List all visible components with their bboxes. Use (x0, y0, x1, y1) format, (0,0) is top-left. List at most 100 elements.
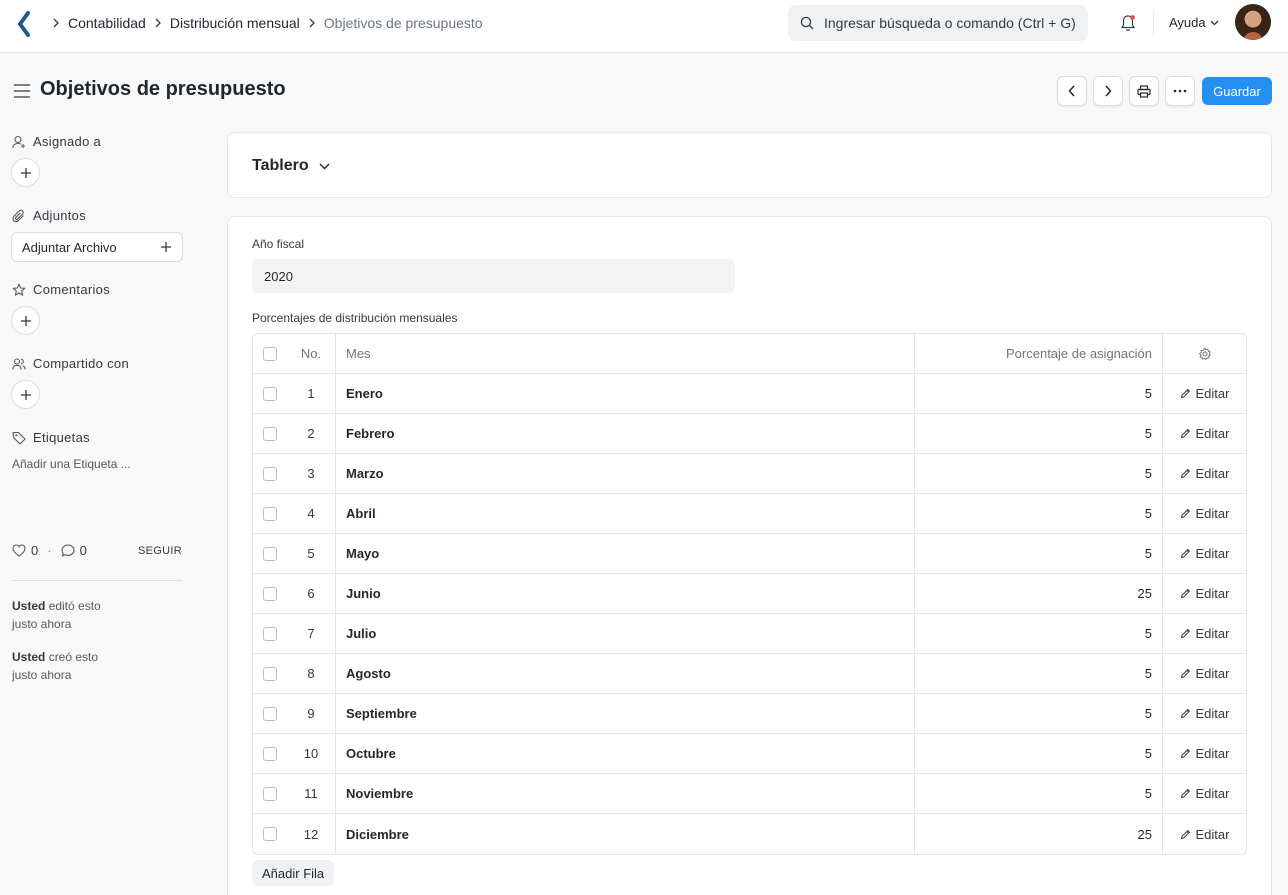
table-row[interactable]: 4 Abril 5 Editar (253, 494, 1246, 534)
row-checkbox[interactable] (263, 546, 277, 561)
add-tag-link[interactable]: Añadir una Etiqueta ... (12, 457, 131, 471)
table-row[interactable]: 11 Noviembre 5 Editar (253, 774, 1246, 814)
previous-record-button[interactable] (1057, 76, 1087, 106)
add-row-button[interactable]: Añadir Fila (252, 860, 335, 886)
month-cell[interactable]: Septiembre (336, 694, 915, 733)
add-assignee-button[interactable] (11, 158, 40, 187)
help-dropdown[interactable]: Ayuda (1169, 15, 1219, 30)
search-icon (800, 16, 814, 30)
table-row[interactable]: 8 Agosto 5 Editar (253, 654, 1246, 694)
percentage-cell[interactable]: 25 (915, 574, 1163, 613)
attach-file-button[interactable]: Adjuntar Archivo (11, 232, 183, 262)
activity-user[interactable]: Usted (12, 599, 45, 613)
shared-with-label: Compartido con (33, 356, 129, 371)
percentage-cell[interactable]: 5 (915, 414, 1163, 453)
table-row[interactable]: 3 Marzo 5 Editar (253, 454, 1246, 494)
row-number: 9 (287, 694, 336, 733)
percentage-cell[interactable]: 5 (915, 534, 1163, 573)
fiscal-year-field[interactable]: 2020 (252, 259, 735, 293)
table-row[interactable]: 10 Octubre 5 Editar (253, 734, 1246, 774)
breadcrumb-contabilidad[interactable]: Contabilidad (68, 15, 146, 31)
activity-user[interactable]: Usted (12, 650, 45, 664)
month-cell[interactable]: Abril (336, 494, 915, 533)
table-row[interactable]: 5 Mayo 5 Editar (253, 534, 1246, 574)
month-cell[interactable]: Junio (336, 574, 915, 613)
month-cell[interactable]: Diciembre (336, 814, 915, 854)
chevron-right-icon (154, 18, 162, 28)
edit-row-button[interactable]: Editar (1163, 774, 1246, 813)
month-cell[interactable]: Marzo (336, 454, 915, 493)
month-cell[interactable]: Agosto (336, 654, 915, 693)
row-checkbox[interactable] (263, 586, 277, 601)
row-select-cell (253, 414, 287, 453)
edit-row-button[interactable]: Editar (1163, 374, 1246, 413)
month-cell[interactable]: Enero (336, 374, 915, 413)
edit-row-button[interactable]: Editar (1163, 574, 1246, 613)
more-options-button[interactable] (1165, 76, 1195, 106)
user-avatar[interactable] (1235, 4, 1271, 40)
month-cell[interactable]: Octubre (336, 734, 915, 773)
notification-bell-icon[interactable] (1118, 13, 1138, 33)
row-checkbox[interactable] (263, 786, 277, 801)
row-checkbox[interactable] (263, 626, 277, 641)
month-cell[interactable]: Noviembre (336, 774, 915, 813)
row-checkbox[interactable] (263, 466, 277, 481)
table-row[interactable]: 6 Junio 25 Editar (253, 574, 1246, 614)
percentage-cell[interactable]: 25 (915, 814, 1163, 854)
month-cell[interactable]: Febrero (336, 414, 915, 453)
search-input[interactable] (824, 15, 1079, 31)
edit-row-button[interactable]: Editar (1163, 694, 1246, 733)
table-row[interactable]: 9 Septiembre 5 Editar (253, 694, 1246, 734)
search-bar[interactable] (788, 5, 1088, 41)
percentage-cell[interactable]: 5 (915, 694, 1163, 733)
row-checkbox[interactable] (263, 746, 277, 761)
row-number: 11 (287, 774, 336, 813)
gear-icon[interactable] (1198, 347, 1212, 361)
breadcrumb-distribucion-mensual[interactable]: Distribución mensual (170, 15, 300, 31)
row-checkbox[interactable] (263, 666, 277, 681)
percentage-cell[interactable]: 5 (915, 374, 1163, 413)
percentage-cell[interactable]: 5 (915, 614, 1163, 653)
percentage-cell[interactable]: 5 (915, 734, 1163, 773)
column-header-percentage: Porcentaje de asignación (915, 334, 1163, 373)
edit-row-button[interactable]: Editar (1163, 654, 1246, 693)
sidebar-toggle-icon[interactable] (13, 83, 31, 99)
row-checkbox[interactable] (263, 827, 277, 841)
percentage-cell[interactable]: 5 (915, 654, 1163, 693)
month-cell[interactable]: Julio (336, 614, 915, 653)
edit-row-button[interactable]: Editar (1163, 614, 1246, 653)
row-checkbox[interactable] (263, 386, 277, 401)
next-record-button[interactable] (1093, 76, 1123, 106)
edit-row-button[interactable]: Editar (1163, 814, 1246, 854)
add-share-button[interactable] (11, 380, 40, 409)
edit-row-button[interactable]: Editar (1163, 494, 1246, 533)
heart-icon[interactable] (12, 544, 26, 557)
percentage-cell[interactable]: 5 (915, 454, 1163, 493)
follow-button[interactable]: SEGUIR (138, 545, 182, 557)
edit-row-button[interactable]: Editar (1163, 454, 1246, 493)
edit-row-button[interactable]: Editar (1163, 734, 1246, 773)
table-row[interactable]: 12 Diciembre 25 Editar (253, 814, 1246, 854)
edit-row-button[interactable]: Editar (1163, 534, 1246, 573)
select-all-checkbox[interactable] (263, 346, 277, 361)
row-checkbox[interactable] (263, 706, 277, 721)
users-icon (12, 357, 26, 370)
row-number: 6 (287, 574, 336, 613)
percentage-cell[interactable]: 5 (915, 494, 1163, 533)
app-logo-icon[interactable] (16, 11, 34, 37)
row-checkbox[interactable] (263, 426, 277, 441)
breadcrumb-current[interactable]: Objetivos de presupuesto (324, 15, 483, 31)
table-row[interactable]: 1 Enero 5 Editar (253, 374, 1246, 414)
table-row[interactable]: 2 Febrero 5 Editar (253, 414, 1246, 454)
table-row[interactable]: 7 Julio 5 Editar (253, 614, 1246, 654)
month-cell[interactable]: Mayo (336, 534, 915, 573)
dashboard-section-toggle[interactable]: Tablero (252, 157, 330, 175)
comment-bubble-icon[interactable] (61, 544, 75, 557)
edit-row-button[interactable]: Editar (1163, 414, 1246, 453)
save-button[interactable]: Guardar (1202, 77, 1272, 105)
add-comment-button[interactable] (11, 306, 40, 335)
print-button[interactable] (1129, 76, 1159, 106)
percentage-cell[interactable]: 5 (915, 774, 1163, 813)
activity-action: creó esto (48, 650, 99, 664)
row-checkbox[interactable] (263, 506, 277, 521)
